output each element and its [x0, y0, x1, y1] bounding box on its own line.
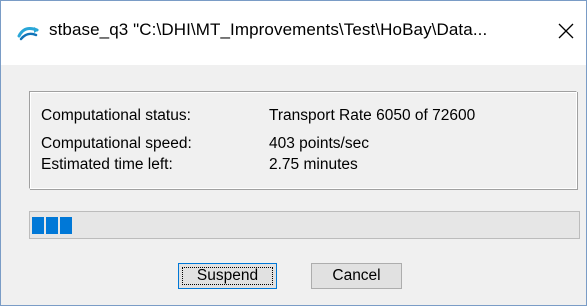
focus-ring: [182, 267, 273, 285]
dhi-wave-icon: [17, 23, 41, 43]
title-bar[interactable]: stbase_q3 "C:\DHI\MT_Improvements\Test\H…: [1, 1, 586, 65]
cancel-button[interactable]: Cancel: [311, 263, 402, 289]
close-button[interactable]: [546, 13, 586, 53]
computational-status-value: Transport Rate 6050 of 72600: [269, 107, 476, 124]
progress-dialog-window: stbase_q3 "C:\DHI\MT_Improvements\Test\H…: [0, 0, 587, 306]
time-left-value: 2.75 minutes: [269, 156, 358, 173]
progress-segment: [32, 217, 44, 234]
progress-segment: [46, 217, 58, 234]
close-icon: [558, 23, 574, 44]
progress-bar: [29, 211, 580, 239]
computational-speed-label: Computational speed:: [41, 135, 192, 152]
progress-segment: [60, 217, 72, 234]
suspend-button[interactable]: Suspend: [178, 263, 277, 289]
computational-status-label: Computational status:: [41, 107, 191, 124]
computational-speed-value: 403 points/sec: [269, 135, 369, 152]
status-group-box: Computational status: Transport Rate 605…: [29, 91, 577, 189]
time-left-label: Estimated time left:: [41, 156, 173, 173]
cancel-button-label: Cancel: [332, 267, 381, 284]
window-title: stbase_q3 "C:\DHI\MT_Improvements\Test\H…: [49, 20, 488, 39]
